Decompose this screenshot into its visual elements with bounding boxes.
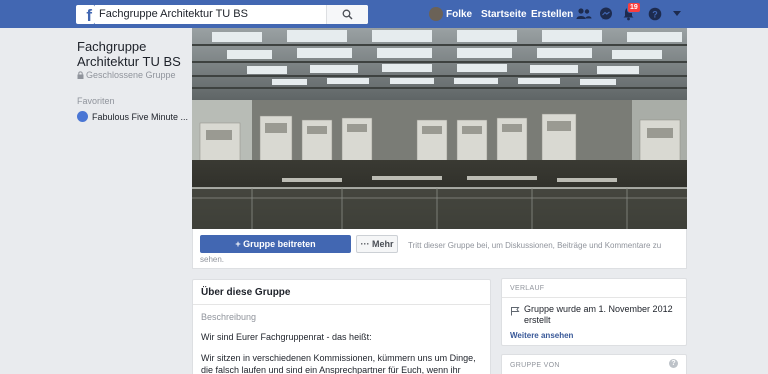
search-button[interactable] bbox=[326, 5, 368, 24]
group-icon bbox=[77, 111, 88, 122]
description-paragraph-1: Wir sind Eurer Fachgruppenrat - das heiß… bbox=[201, 332, 372, 342]
create-link[interactable]: Erstellen bbox=[531, 9, 573, 20]
search-input[interactable]: Fachgruppe Architektur TU BS bbox=[95, 5, 368, 24]
user-avatar[interactable] bbox=[429, 7, 443, 21]
favorite-item[interactable]: Fabulous Five Minute ... bbox=[77, 111, 188, 122]
group-privacy-text: Geschlossene Gruppe bbox=[86, 70, 176, 80]
group-cover-photo[interactable] bbox=[192, 28, 687, 229]
group-by-heading: GRUPPE VON bbox=[510, 362, 560, 369]
group-by-card: GRUPPE VON ? bbox=[501, 354, 687, 374]
favorite-item-label[interactable]: Fabulous Five Minute ... bbox=[92, 112, 188, 122]
svg-text:?: ? bbox=[652, 10, 658, 20]
search-icon bbox=[342, 9, 353, 20]
more-button[interactable]: ··· Mehr bbox=[356, 235, 398, 253]
description-paragraph-2: Wir sitzen in verschiedenen Kommissionen… bbox=[201, 353, 476, 374]
join-action-bar: Tritt dieser Gruppe bei, um Diskussionen… bbox=[192, 229, 687, 269]
group-privacy-label: Geschlossene Gruppe bbox=[77, 70, 176, 80]
flag-icon bbox=[511, 307, 520, 316]
history-item: Gruppe wurde am 1. November 2012 erstell… bbox=[524, 304, 673, 325]
friends-icon[interactable] bbox=[576, 7, 592, 21]
messenger-icon[interactable] bbox=[599, 7, 613, 21]
notification-badge: 19 bbox=[627, 2, 641, 13]
history-card: VERLAUF Gruppe wurde am 1. November 2012… bbox=[501, 278, 687, 346]
see-more-link[interactable]: Weitere ansehen bbox=[510, 331, 573, 340]
group-title[interactable]: Fachgruppe Architektur TU BS bbox=[77, 39, 187, 69]
profile-link[interactable]: Folke bbox=[446, 9, 472, 20]
cover-photo-image bbox=[192, 28, 687, 229]
description-heading: Beschreibung bbox=[201, 312, 257, 322]
divider bbox=[502, 297, 686, 298]
join-group-button[interactable]: + Gruppe beitreten bbox=[200, 235, 351, 253]
home-link[interactable]: Startseite bbox=[481, 9, 527, 20]
facebook-logo-icon[interactable]: f bbox=[76, 5, 95, 24]
help-icon[interactable]: ? bbox=[648, 7, 662, 21]
about-group-card: Über diese Gruppe Beschreibung Wir sind … bbox=[192, 279, 491, 374]
favorites-heading: Favoriten bbox=[77, 96, 115, 106]
help-icon[interactable]: ? bbox=[669, 359, 678, 368]
about-card-title: Über diese Gruppe bbox=[193, 280, 490, 305]
history-heading: VERLAUF bbox=[510, 285, 545, 292]
caret-down-icon[interactable] bbox=[673, 11, 681, 17]
lock-icon bbox=[77, 71, 84, 79]
search-input-value[interactable]: Fachgruppe Architektur TU BS bbox=[99, 8, 248, 20]
top-navigation-bar: f Fachgruppe Architektur TU BS Folke Sta… bbox=[0, 0, 768, 28]
